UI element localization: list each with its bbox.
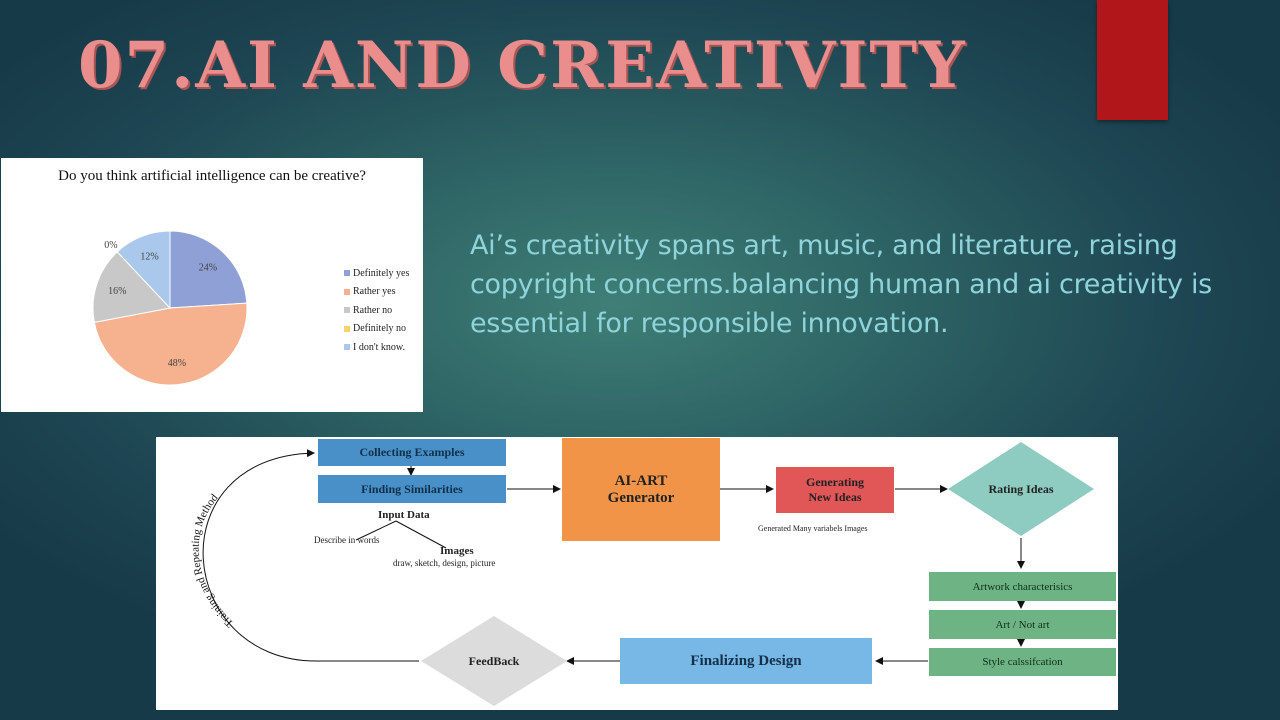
- images-detail-label: draw, sketch, design, picture: [393, 558, 496, 568]
- describe-in-words-label: Describe in words: [314, 535, 380, 545]
- legend-label: Definitely no: [353, 323, 407, 335]
- legend-item: I don't know.: [344, 338, 409, 357]
- legend-swatch: [344, 307, 350, 314]
- pie-chart-panel: 24% 48% 16% 0% 12% Do you think artificial i…: [1, 158, 423, 412]
- feedback-label-wrap: FeedBack: [421, 649, 567, 673]
- legend-swatch: [344, 325, 350, 332]
- legend-item: Rather yes: [344, 283, 409, 302]
- pie-value-label: 48%: [168, 358, 186, 369]
- loop-label-text: Training and Repeating Method: [190, 492, 236, 630]
- art-not-art-label: Art / Not art: [995, 618, 1050, 631]
- ai-art-line1: AI-ART: [614, 472, 668, 489]
- finding-similarities-box: Finding Similarities: [318, 475, 506, 503]
- legend-label: Rather yes: [353, 286, 396, 298]
- slide-title: 07.AI AND CREATIVITY: [78, 28, 967, 103]
- collecting-examples-label: Collecting Examples: [359, 445, 465, 459]
- rating-ideas-label-wrap: Rating Ideas: [948, 477, 1094, 501]
- pie-value-label: 0%: [104, 240, 117, 251]
- legend-swatch: [344, 270, 350, 277]
- legend-label: Rather no: [353, 304, 393, 316]
- finding-similarities-label: Finding Similarities: [361, 481, 463, 496]
- ai-art-generator-box: AI-ART Generator: [562, 438, 720, 541]
- pie-value-label: 24%: [199, 263, 217, 274]
- pie-legend: Definitely yes Rather yes Rather no Definit…: [344, 264, 409, 357]
- generating-line2: New Ideas: [808, 490, 862, 504]
- feedback-label: FeedBack: [468, 653, 520, 668]
- legend-item: Definitely no: [344, 320, 409, 339]
- generating-new-ideas-box: Generating New Ideas: [776, 467, 894, 513]
- artwork-characteristics-box: Artwork characterisics: [929, 572, 1116, 601]
- pie-value-label: 12%: [140, 251, 158, 262]
- legend-swatch: [344, 344, 350, 351]
- art-not-art-box: Art / Not art: [929, 610, 1116, 639]
- artwork-characteristics-label: Artwork characterisics: [972, 580, 1073, 593]
- process-diagram: Training and Repeating Method Collecting…: [156, 437, 1118, 710]
- body-text: Ai’s creativity spans art, music, and li…: [470, 230, 1212, 339]
- pie-value-label: 16%: [108, 286, 126, 297]
- loop-label: Training and Repeating Method: [190, 492, 236, 630]
- collecting-examples-box: Collecting Examples: [318, 439, 506, 466]
- style-classification-box: Style calssifcation: [929, 648, 1116, 676]
- ai-art-line2: Generator: [607, 489, 675, 506]
- legend-label: I don't know.: [353, 341, 405, 353]
- style-classification-label: Style calssifcation: [982, 656, 1063, 668]
- legend-item: Rather no: [344, 301, 409, 320]
- generating-line1: Generating: [806, 475, 864, 489]
- generated-note: Generated Many variabels Images: [758, 524, 868, 533]
- finalizing-design-label: Finalizing Design: [690, 652, 802, 669]
- images-label: Images: [440, 545, 474, 557]
- legend-label: Definitely yes: [353, 267, 410, 279]
- accent-bar: [1097, 0, 1168, 120]
- legend-item: Definitely yes: [344, 264, 409, 283]
- rating-ideas-label: Rating Ideas: [988, 481, 1054, 496]
- pie-chart-title: Do you think artificial intelligence can…: [58, 168, 366, 184]
- input-data-label: Input Data: [378, 509, 430, 521]
- input-data-branch-right: [395, 520, 447, 549]
- legend-swatch: [344, 288, 350, 295]
- finalizing-design-box: Finalizing Design: [620, 638, 872, 684]
